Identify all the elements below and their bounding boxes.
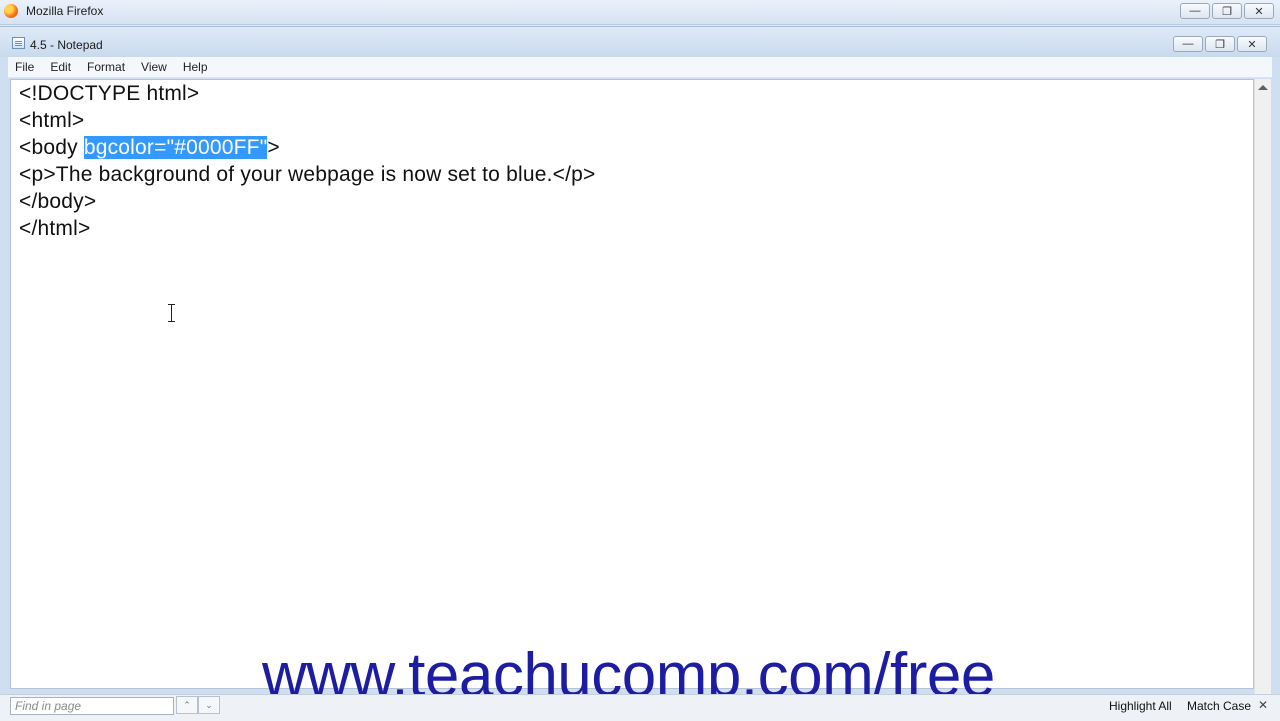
selected-text: bgcolor="#0000FF"	[83, 136, 268, 159]
code-line-3: <body bgcolor="#0000FF">	[19, 134, 280, 161]
firefox-caption-buttons: — ❐ ✕	[1180, 3, 1274, 19]
find-nav-buttons: ⌃ ⌄	[176, 696, 220, 714]
text-editor-area[interactable]: <!DOCTYPE html> <html> <body bgcolor="#0…	[10, 79, 1254, 689]
code-line-6: </html>	[19, 217, 91, 240]
menu-view[interactable]: View	[133, 57, 175, 77]
notepad-window-title: 4.5 - Notepad	[30, 38, 103, 52]
firefox-minimize-button[interactable]: —	[1180, 3, 1210, 19]
find-previous-button[interactable]: ⌃	[176, 696, 198, 714]
code-line-1: <!DOCTYPE html>	[19, 82, 200, 105]
find-bar-close-icon[interactable]: ✕	[1258, 698, 1268, 712]
firefox-logo-icon	[4, 4, 18, 18]
notepad-window: 4.5 - Notepad — ❐ ✕ File Edit Format Vie…	[0, 26, 1280, 721]
menu-file[interactable]: File	[8, 57, 42, 77]
find-in-page-input[interactable]	[10, 697, 174, 715]
notepad-app-icon	[12, 37, 25, 49]
code-line-3-before: <body	[19, 136, 84, 159]
vertical-scrollbar[interactable]	[1254, 79, 1271, 715]
firefox-titlebar: Mozilla Firefox — ❐ ✕	[0, 0, 1280, 25]
menu-edit[interactable]: Edit	[42, 57, 79, 77]
ibeam-cursor-icon	[168, 304, 175, 322]
code-line-3-after: >	[267, 136, 280, 159]
match-case-toggle[interactable]: Match Case	[1187, 699, 1251, 713]
notepad-close-button[interactable]: ✕	[1237, 36, 1267, 52]
code-line-2: <html>	[19, 109, 85, 132]
scroll-up-arrow-icon[interactable]	[1258, 85, 1268, 90]
notepad-minimize-button[interactable]: —	[1173, 36, 1203, 52]
code-line-5: </body>	[19, 190, 97, 213]
firefox-close-button[interactable]: ✕	[1244, 3, 1274, 19]
menu-bar: File Edit Format View Help	[8, 57, 1272, 78]
firefox-restore-button[interactable]: ❐	[1212, 3, 1242, 19]
notepad-titlebar: 4.5 - Notepad — ❐ ✕	[0, 27, 1280, 57]
notepad-restore-button[interactable]: ❐	[1205, 36, 1235, 52]
find-next-button[interactable]: ⌄	[198, 696, 220, 714]
highlight-all-toggle[interactable]: Highlight All	[1109, 699, 1172, 713]
menu-help[interactable]: Help	[175, 57, 216, 77]
find-bar: ⌃ ⌄ Highlight All Match Case ✕	[0, 694, 1280, 721]
menu-format[interactable]: Format	[79, 57, 133, 77]
notepad-caption-buttons: — ❐ ✕	[1173, 36, 1267, 52]
code-line-4: <p>The background of your webpage is now…	[19, 163, 596, 186]
firefox-window-title: Mozilla Firefox	[26, 4, 104, 18]
